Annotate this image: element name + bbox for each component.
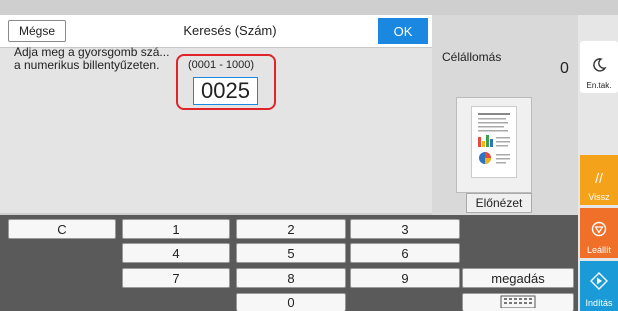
destination-count: 0 — [560, 60, 569, 77]
key-8[interactable]: 8 — [236, 268, 346, 288]
key-1[interactable]: 1 — [122, 219, 230, 239]
stop-icon — [591, 221, 607, 239]
stop-label: Leállít — [586, 245, 612, 255]
document-preview-icon — [471, 106, 517, 178]
moon-icon — [591, 57, 607, 75]
cancel-button[interactable]: Mégse — [8, 20, 66, 42]
energy-saver-button[interactable]: En.tak. — [580, 41, 618, 93]
key-0[interactable]: 0 — [236, 293, 346, 311]
screen: Mégse Keresés (Szám) OK Adja meg a gyors… — [0, 0, 618, 311]
enter-key[interactable]: megadás — [462, 268, 574, 288]
key-9[interactable]: 9 — [350, 268, 460, 288]
preview-button[interactable]: Előnézet — [466, 193, 532, 213]
clear-key[interactable]: C — [8, 219, 116, 239]
back-slash-icon: // — [595, 170, 603, 186]
preview-thumbnail[interactable] — [456, 97, 532, 193]
key-2[interactable]: 2 — [236, 219, 346, 239]
start-icon — [590, 272, 608, 292]
key-4[interactable]: 4 — [122, 243, 230, 263]
destination-label: Célállomás — [442, 50, 502, 64]
keyboard-toggle-button[interactable] — [462, 293, 574, 311]
ok-button[interactable]: OK — [378, 18, 428, 44]
dialog-titlebar: Mégse Keresés (Szám) OK — [0, 15, 432, 48]
stop-button[interactable]: Leállít — [580, 208, 618, 258]
energy-saver-label: En.tak. — [586, 81, 612, 90]
key-7[interactable]: 7 — [122, 268, 230, 288]
instruction-text: Adja meg a gyorsgomb szá... a numerikus … — [14, 45, 170, 72]
dialog-title: Keresés (Szám) — [183, 23, 277, 38]
start-label: Indítás — [585, 298, 613, 308]
key-3[interactable]: 3 — [350, 219, 460, 239]
number-input-field[interactable]: 0025 — [193, 77, 258, 105]
range-label: (0001 - 1000) — [188, 59, 255, 71]
key-5[interactable]: 5 — [236, 243, 346, 263]
start-button[interactable]: Indítás — [580, 261, 618, 311]
keyboard-icon — [500, 294, 536, 311]
back-label: Vissz — [588, 192, 610, 202]
back-button[interactable]: // Vissz — [580, 155, 618, 205]
key-6[interactable]: 6 — [350, 243, 460, 263]
